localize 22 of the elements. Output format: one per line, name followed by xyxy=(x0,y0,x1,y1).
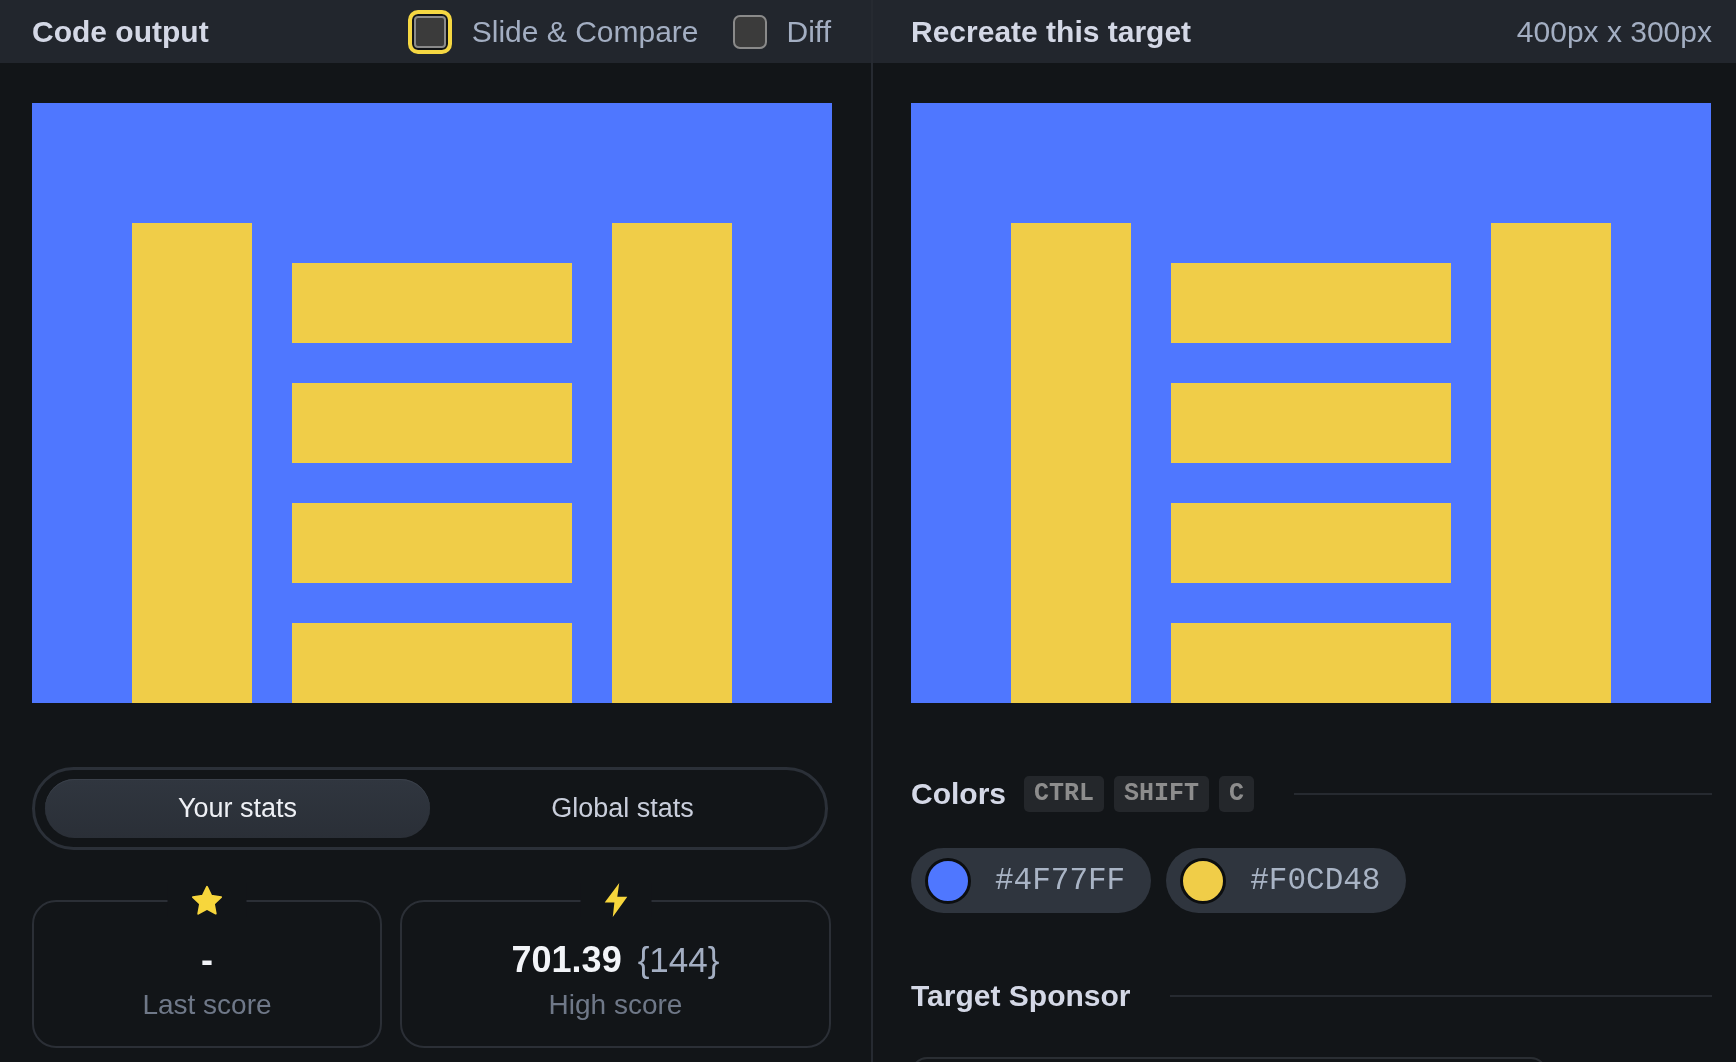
color-chip[interactable]: #F0CD48 xyxy=(1166,848,1407,913)
option-label: Slide & Compare xyxy=(471,14,699,49)
lightning-bolt-icon xyxy=(604,883,627,917)
shortcut-key: SHIFT xyxy=(1114,776,1210,812)
star-icon xyxy=(191,885,223,915)
color-chip[interactable]: #4F77FF xyxy=(911,848,1152,913)
stats-tab[interactable]: Your stats xyxy=(45,779,430,838)
section-title: Target Sponsor xyxy=(911,979,1131,1013)
stat-label: Last score xyxy=(142,988,272,1022)
size-label: 400px x 300px xyxy=(1516,14,1712,49)
stat-label: High score xyxy=(548,988,683,1022)
stats-tab[interactable]: Global stats xyxy=(430,779,815,838)
checkbox[interactable] xyxy=(732,14,767,49)
panel-title: Recreate this target xyxy=(911,14,1192,49)
panel-title: Code output xyxy=(32,14,209,49)
score-value: 701.39 xyxy=(511,938,622,982)
shortcut-key: CTRL xyxy=(1024,776,1105,812)
section-title: Colors xyxy=(911,777,1006,811)
option-label: Diff xyxy=(786,14,831,49)
score-count: {144} xyxy=(637,939,720,981)
shortcut-key: C xyxy=(1219,776,1255,812)
score-value: - xyxy=(201,938,213,982)
